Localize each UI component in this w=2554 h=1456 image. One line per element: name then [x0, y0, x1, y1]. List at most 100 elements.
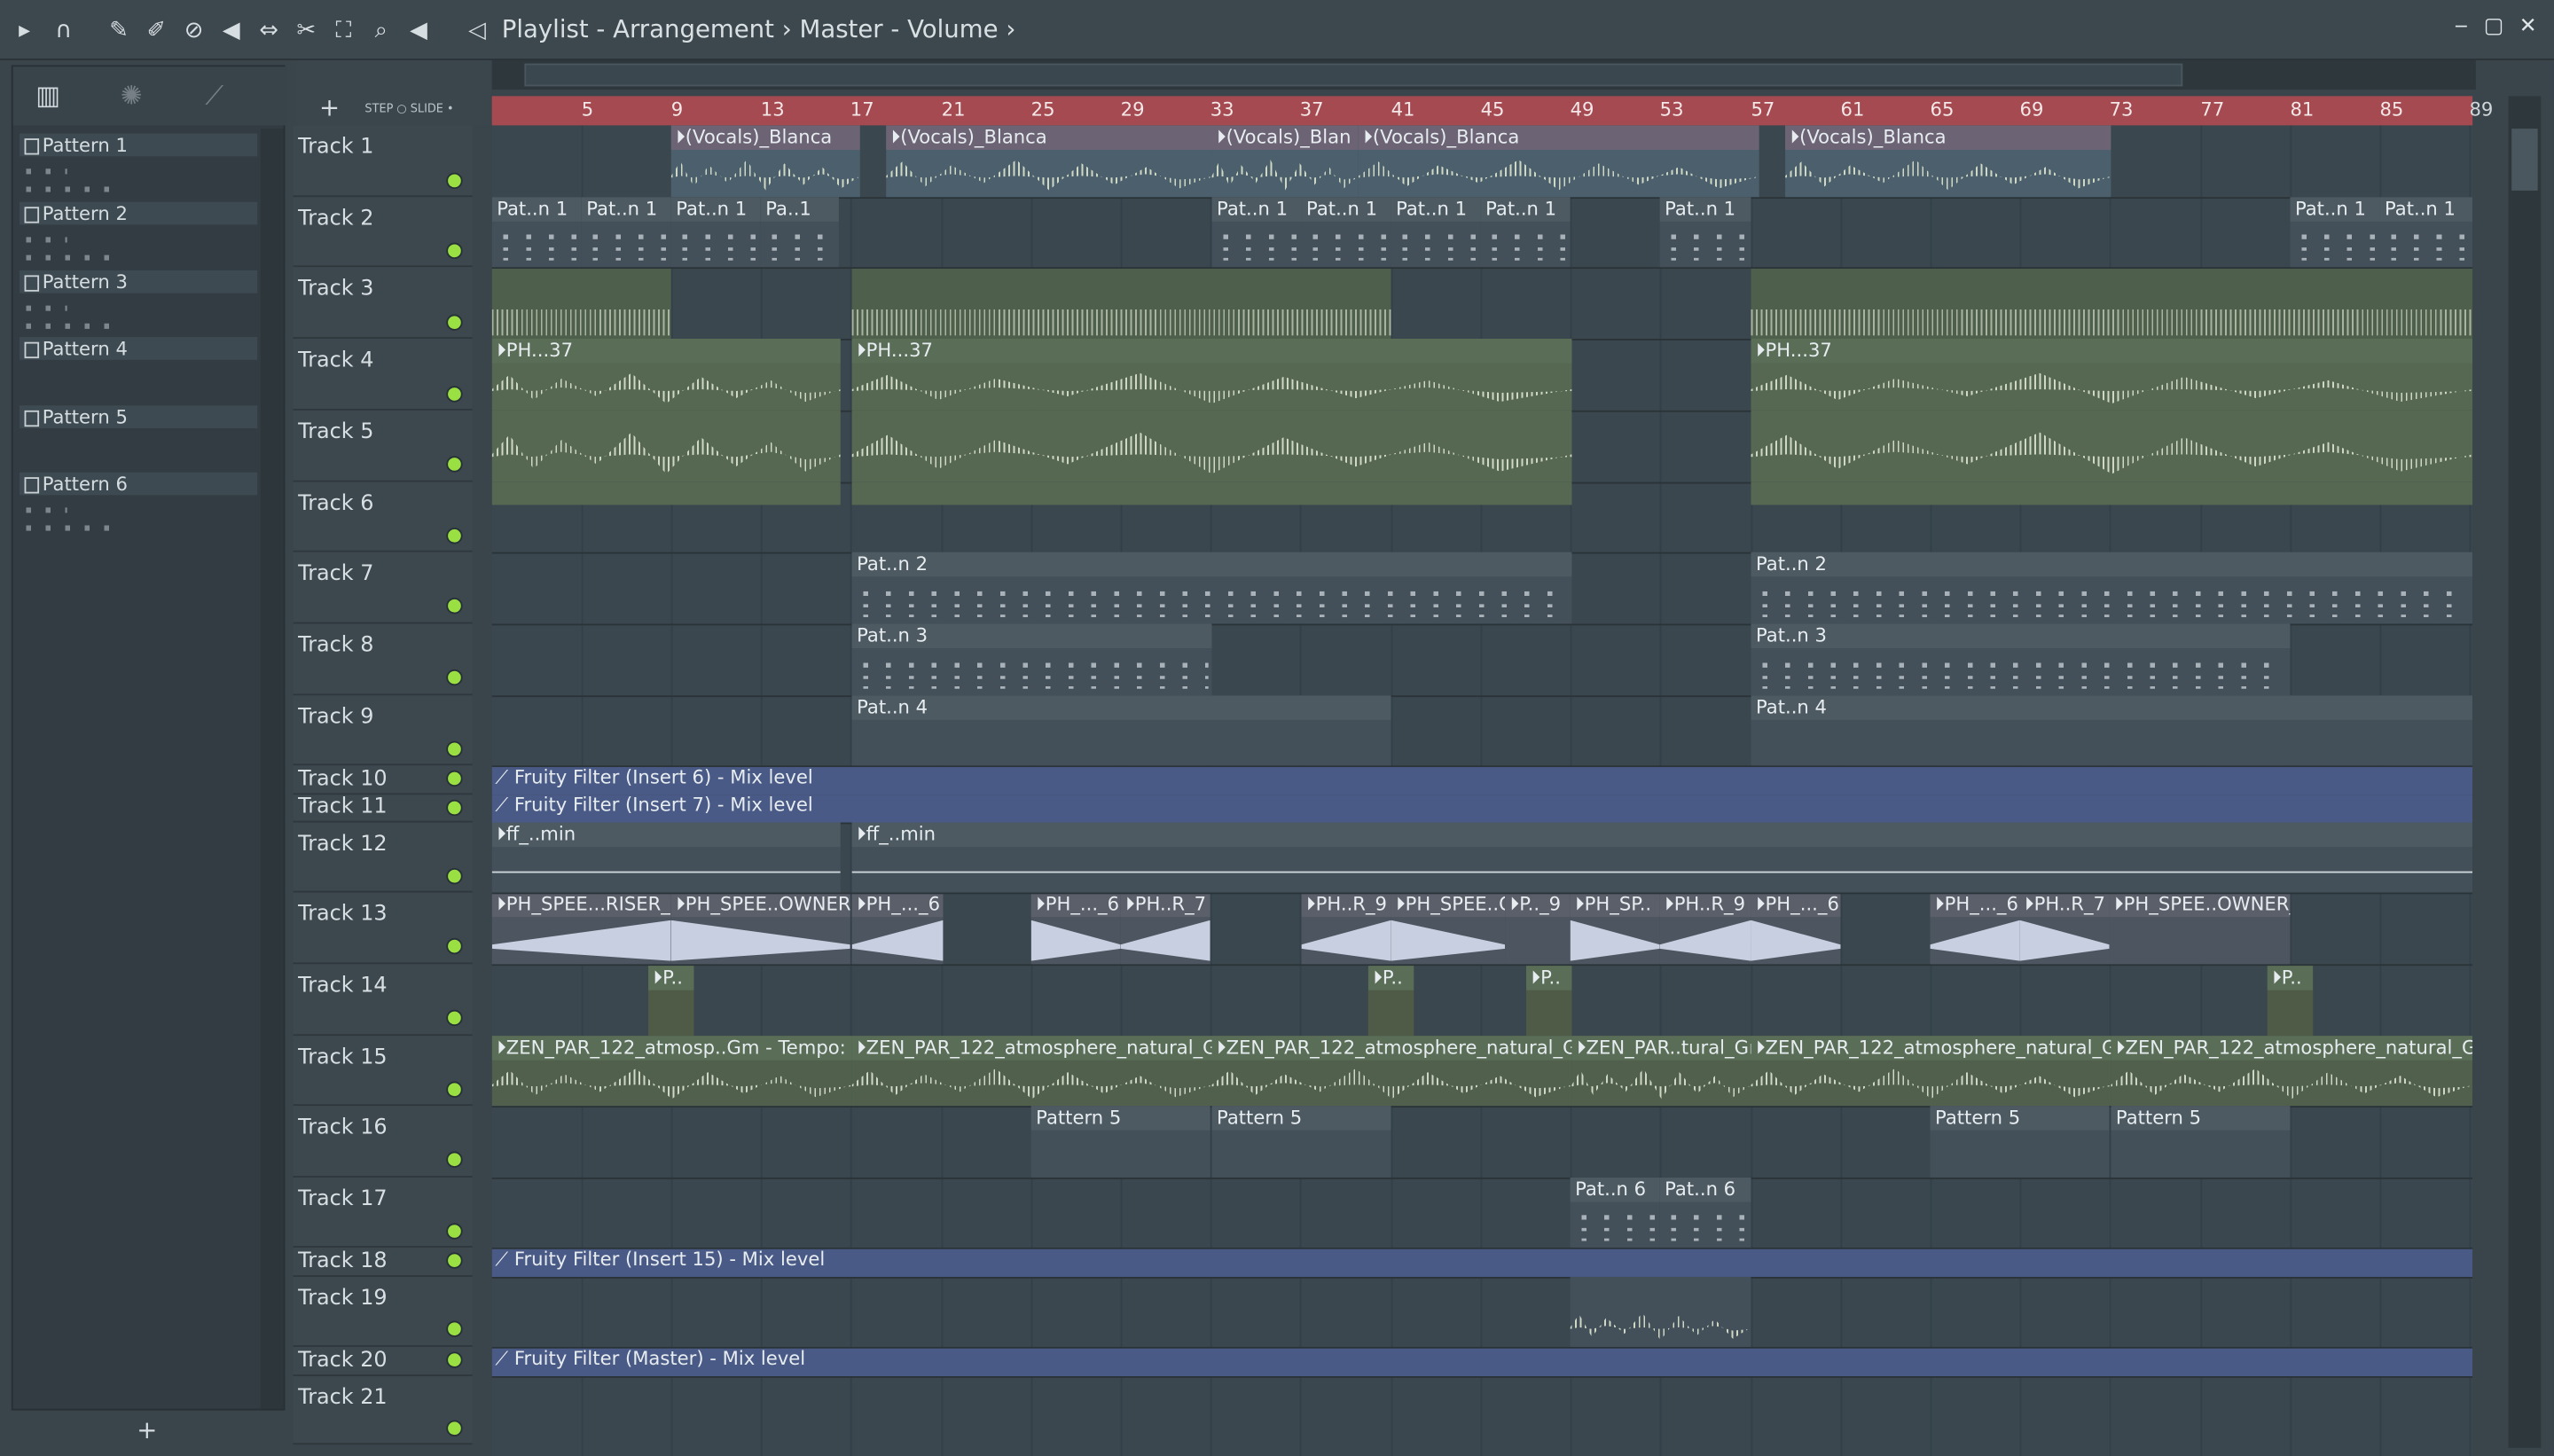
- delete-icon[interactable]: ⊘: [179, 16, 208, 45]
- pattern-clip[interactable]: Pattern 5: [2111, 1106, 2291, 1178]
- select-icon[interactable]: ⛶: [329, 16, 358, 45]
- zoom-icon[interactable]: ⌕: [366, 16, 396, 45]
- track-mute-led[interactable]: [446, 937, 463, 955]
- track-header[interactable]: Track 1: [293, 125, 473, 198]
- maximize-button[interactable]: ▢: [2480, 15, 2506, 40]
- track-header[interactable]: Track 7: [293, 552, 473, 624]
- automation-icon[interactable]: ⟋: [205, 80, 223, 113]
- audio-clip[interactable]: [1751, 269, 2473, 340]
- track-header[interactable]: Track 16: [293, 1106, 473, 1178]
- audio-clip[interactable]: [1751, 410, 2473, 482]
- close-button[interactable]: ✕: [2515, 15, 2541, 40]
- pattern-clip[interactable]: Pat..n 1: [1211, 197, 1302, 268]
- audio-clip[interactable]: ⏵ZEN_PAR_122_atmosphere_natural_Gm: [2111, 1036, 2473, 1107]
- track-header[interactable]: Track 9: [293, 695, 473, 766]
- track-mute-led[interactable]: [446, 172, 463, 190]
- audio-clip[interactable]: ⏵PH_SP..: [1570, 894, 1660, 965]
- pattern-clip[interactable]: Pa..1: [760, 197, 839, 268]
- track-mute-led[interactable]: [446, 1009, 463, 1027]
- audio-clip[interactable]: ⏵P..: [1526, 966, 1572, 1037]
- track-mute-led[interactable]: [446, 1081, 463, 1098]
- pattern-clip[interactable]: Pat..n 1: [1659, 197, 1751, 268]
- audio-clip[interactable]: ⏵PH_..._6: [1930, 894, 2020, 965]
- magnet-icon[interactable]: ∩: [49, 16, 78, 45]
- automation-clip[interactable]: ⟋ Fruity Filter (Insert 6) - Mix level: [491, 767, 2473, 795]
- audio-clip[interactable]: ⏵PH..R_7: [1120, 894, 1210, 965]
- audio-clip[interactable]: ⏵PH...37: [1751, 339, 2473, 411]
- audio-clip[interactable]: [851, 481, 1572, 505]
- title-sub[interactable]: Master - Volume: [800, 15, 999, 44]
- audio-clip[interactable]: ⏵(Vocals)_Blan: [1211, 125, 1359, 198]
- pattern-clip[interactable]: ⏵ff_..min: [491, 822, 841, 893]
- track-header[interactable]: Track 17: [293, 1177, 473, 1248]
- pattern-clip[interactable]: Pat..n 6: [1570, 1177, 1660, 1248]
- audio-clip[interactable]: ⏵PH..R_9: [1659, 894, 1751, 965]
- audio-clip[interactable]: ⏵PH...37: [491, 339, 841, 411]
- pattern-clip[interactable]: Pat..n 4: [851, 695, 1391, 766]
- step-slide-controls[interactable]: STEP ○ SLIDE •: [364, 103, 453, 116]
- audio-clip[interactable]: ⏵ZEN_PAR_122_atmosphere_natural_Gm: [1751, 1036, 2111, 1107]
- add-pattern-button[interactable]: +: [137, 1415, 157, 1444]
- pattern-clip[interactable]: Pattern 5: [1030, 1106, 1210, 1178]
- track-header[interactable]: Track 8: [293, 623, 473, 696]
- audio-clip[interactable]: [851, 269, 1391, 340]
- audio-clip[interactable]: [851, 410, 1572, 482]
- automation-clip[interactable]: ⟋ Fruity Filter (Insert 15) - Mix level: [491, 1249, 2473, 1277]
- minimize-button[interactable]: ‒: [2448, 15, 2474, 40]
- audio-clip-icon[interactable]: ✺: [121, 80, 143, 111]
- automation-clip[interactable]: ⟋ Fruity Filter (Insert 7) - Mix level: [491, 795, 2473, 823]
- audio-clip[interactable]: ⏵PH_SPEE..O: [1391, 894, 1506, 965]
- track-header[interactable]: Track 13: [293, 892, 473, 965]
- title-sub-arrow[interactable]: ›: [1006, 15, 1015, 44]
- pencil-icon[interactable]: ✎: [105, 16, 134, 45]
- audio-clip[interactable]: ⏵(Vocals)_Blanca: [1785, 125, 2111, 198]
- audio-clip[interactable]: ⏵PH_SPEE...RISER_1: [491, 894, 671, 965]
- track-header[interactable]: Track 5: [293, 410, 473, 482]
- track-header[interactable]: Track 2: [293, 197, 473, 268]
- track-mute-led[interactable]: [446, 799, 463, 817]
- pattern-clip[interactable]: Pat..n 1: [670, 197, 761, 268]
- audio-clip[interactable]: ⏵P..: [2267, 966, 2314, 1037]
- track-mute-led[interactable]: [446, 1320, 463, 1337]
- pattern-clip[interactable]: Pat..n 3: [851, 623, 1212, 696]
- track-mute-led[interactable]: [446, 314, 463, 331]
- pattern-item[interactable]: Pattern 5: [16, 403, 258, 468]
- audio-clip[interactable]: [1570, 1276, 1751, 1347]
- track-header[interactable]: Track 12: [293, 822, 473, 893]
- audio-clip[interactable]: ⏵PH_SPEE..OWNER_3: [670, 894, 850, 965]
- timeline-ruler[interactable]: 5 9 13 17 21 25 29 33 37 41 45 49 53 57 …: [491, 96, 2493, 126]
- track-header[interactable]: Track 20: [293, 1346, 473, 1377]
- track-mute-led[interactable]: [446, 456, 463, 473]
- track-header[interactable]: Track 6: [293, 481, 473, 552]
- track-header[interactable]: Track 10: [293, 765, 473, 795]
- paint-brush-icon[interactable]: ✐: [142, 16, 171, 45]
- audio-clip[interactable]: [491, 269, 671, 340]
- track-header[interactable]: Track 15: [293, 1036, 473, 1107]
- track-mute-led[interactable]: [446, 1223, 463, 1240]
- pattern-clip[interactable]: Pat..n 6: [1659, 1177, 1751, 1248]
- track-mute-led[interactable]: [446, 669, 463, 686]
- playback-icon[interactable]: ◀: [404, 16, 434, 45]
- audio-clip[interactable]: ⏵PH_SPEE..OWNER_3: [2109, 894, 2291, 965]
- pattern-clip[interactable]: Pat..n 2: [1751, 552, 2473, 624]
- audio-clip[interactable]: ⏵ZEN_PAR..tural_Gm: [1571, 1036, 1751, 1107]
- overview-scrollbar[interactable]: [491, 59, 2476, 90]
- pattern-clip[interactable]: Pat..n 1: [1391, 197, 1481, 268]
- pattern-clip[interactable]: Pat..n 4: [1751, 695, 2473, 766]
- audio-clip[interactable]: ⏵ZEN_PAR_122_atmosp..Gm - Tempo: 122.0: [491, 1036, 852, 1107]
- audio-clip[interactable]: [491, 410, 841, 482]
- slip-icon[interactable]: ⇔: [255, 16, 284, 45]
- audio-clip[interactable]: [1751, 481, 2473, 505]
- track-mute-led[interactable]: [446, 770, 463, 787]
- track-mute-led[interactable]: [446, 1151, 463, 1168]
- automation-clip[interactable]: ⟋ Fruity Filter (Master) - Mix level: [491, 1348, 2473, 1377]
- slice-icon[interactable]: ✂: [292, 16, 321, 45]
- track-mute-led[interactable]: [446, 1420, 463, 1436]
- track-mute-led[interactable]: [446, 867, 463, 885]
- piano-icon[interactable]: ▥: [35, 80, 60, 111]
- playlist-grid[interactable]: ⏵(Vocals)_Blanca ⏵(Vocals)_Blanca ⏵(Voca…: [491, 125, 2473, 1456]
- pattern-clip[interactable]: Pat..n 1: [2379, 197, 2473, 268]
- audio-clip[interactable]: ⏵PH_..._6: [1751, 894, 1841, 965]
- pattern-clip[interactable]: Pat..n 1: [581, 197, 671, 268]
- vertical-scrollbar[interactable]: [2508, 96, 2542, 1448]
